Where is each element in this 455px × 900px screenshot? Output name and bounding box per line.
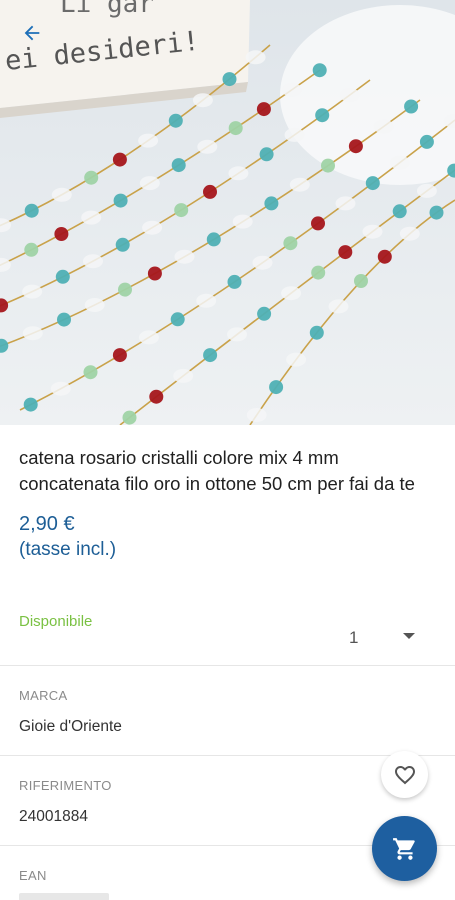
product-image: Li gar ei desideri!	[0, 0, 455, 425]
add-to-cart-button[interactable]	[372, 816, 437, 881]
product-info: catena rosario cristalli colore mix 4 mm…	[0, 425, 455, 647]
quantity-value: 1	[349, 628, 359, 647]
attribute-value-cutoff	[19, 893, 109, 900]
cart-icon	[392, 837, 415, 860]
product-detail-screen: Li gar ei desideri! catena rosario crist…	[0, 0, 455, 900]
tax-note: (tasse incl.)	[19, 539, 117, 560]
arrow-left-icon	[24, 25, 40, 41]
heart-outline-icon	[394, 765, 415, 784]
product-title: catena rosario cristalli colore mix 4 mm…	[19, 447, 415, 494]
sign-text-line1: Li gar	[60, 0, 154, 19]
attribute-value: Gioie d'Oriente	[19, 718, 122, 735]
dropdown-arrow-icon	[403, 633, 415, 639]
favorite-button[interactable]	[381, 751, 428, 798]
product-price: 2,90 €	[19, 513, 75, 535]
back-button[interactable]	[12, 18, 52, 48]
availability-status: Disponibile	[19, 613, 93, 630]
quantity-select[interactable]: 1	[320, 623, 430, 653]
attribute-row-brand: MARCA Gioie d'Oriente	[0, 665, 455, 755]
attribute-label: MARCA	[19, 688, 68, 703]
